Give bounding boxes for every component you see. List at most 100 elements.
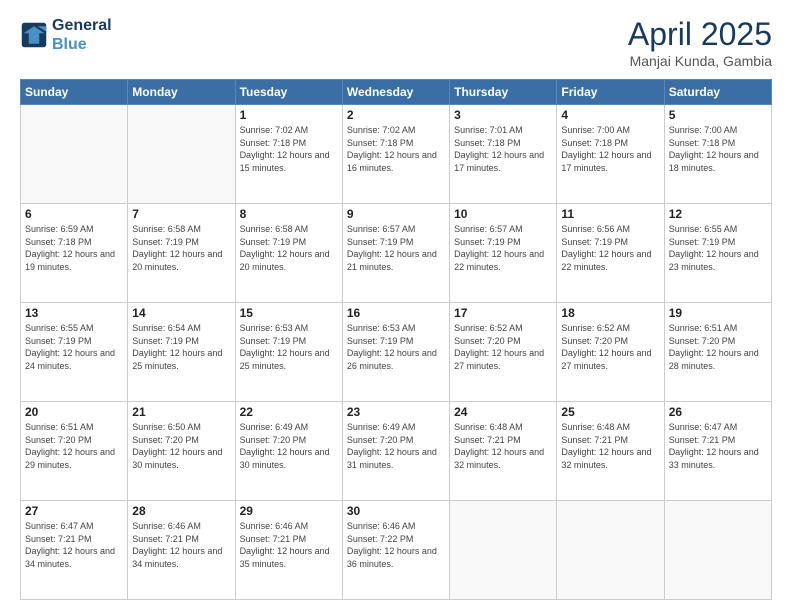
calendar-cell: 16 Sunrise: 6:53 AM Sunset: 7:19 PM Dayli… <box>342 303 449 402</box>
title-block: April 2025 Manjai Kunda, Gambia <box>628 16 772 69</box>
day-number: 22 <box>240 405 338 419</box>
day-info: Sunrise: 6:57 AM Sunset: 7:19 PM Dayligh… <box>454 223 552 273</box>
calendar-cell: 10 Sunrise: 6:57 AM Sunset: 7:19 PM Dayli… <box>450 204 557 303</box>
calendar-cell: 6Sunrise: 6:59 AM Sunset: 7:18 PM Daylig… <box>21 204 128 303</box>
calendar-cell: 25Sunrise: 6:48 AM Sunset: 7:21 PM Dayli… <box>557 402 664 501</box>
day-number: 29 <box>240 504 338 518</box>
calendar-cell: 15 Sunrise: 6:53 AM Sunset: 7:19 PM Dayli… <box>235 303 342 402</box>
day-number: 16 <box>347 306 445 320</box>
col-header-sunday: Sunday <box>21 80 128 105</box>
logo-icon <box>20 21 48 49</box>
calendar-cell: 22 Sunrise: 6:49 AM Sunset: 7:20 PM Dayli… <box>235 402 342 501</box>
day-info: Sunrise: 6:51 AM Sunset: 7:20 PM Dayligh… <box>25 421 123 471</box>
day-number: 28 <box>132 504 230 518</box>
day-info: Sunrise: 6:55 AM Sunset: 7:19 PM Dayligh… <box>669 223 767 273</box>
subtitle: Manjai Kunda, Gambia <box>628 53 772 69</box>
day-info: Sunrise: 6:55 AM Sunset: 7:19 PM Dayligh… <box>25 322 123 372</box>
day-info: Sunrise: 6:47 AM Sunset: 7:21 PM Dayligh… <box>669 421 767 471</box>
calendar-cell: 19 Sunrise: 6:51 AM Sunset: 7:20 PM Dayli… <box>664 303 771 402</box>
calendar-week-1: 6Sunrise: 6:59 AM Sunset: 7:18 PM Daylig… <box>21 204 772 303</box>
calendar: SundayMondayTuesdayWednesdayThursdayFrid… <box>20 79 772 600</box>
calendar-cell <box>450 501 557 600</box>
calendar-cell: 1 Sunrise: 7:02 AM Sunset: 7:18 PM Daylig… <box>235 105 342 204</box>
day-info: Sunrise: 6:53 AM Sunset: 7:19 PM Dayligh… <box>347 322 445 372</box>
calendar-cell: 2 Sunrise: 7:02 AM Sunset: 7:18 PM Daylig… <box>342 105 449 204</box>
calendar-cell: 23 Sunrise: 6:49 AM Sunset: 7:20 PM Dayli… <box>342 402 449 501</box>
day-info: Sunrise: 6:52 AM Sunset: 7:20 PM Dayligh… <box>561 322 659 372</box>
day-number: 26 <box>669 405 767 419</box>
day-number: 2 <box>347 108 445 122</box>
day-number: 7 <box>132 207 230 221</box>
calendar-cell: 5 Sunrise: 7:00 AM Sunset: 7:18 PM Daylig… <box>664 105 771 204</box>
calendar-cell: 27Sunrise: 6:47 AM Sunset: 7:21 PM Dayli… <box>21 501 128 600</box>
calendar-header-row: SundayMondayTuesdayWednesdayThursdayFrid… <box>21 80 772 105</box>
calendar-week-3: 20Sunrise: 6:51 AM Sunset: 7:20 PM Dayli… <box>21 402 772 501</box>
day-info: Sunrise: 6:52 AM Sunset: 7:20 PM Dayligh… <box>454 322 552 372</box>
day-number: 23 <box>347 405 445 419</box>
calendar-cell <box>664 501 771 600</box>
day-number: 10 <box>454 207 552 221</box>
page: General Blue April 2025 Manjai Kunda, Ga… <box>0 0 792 612</box>
day-number: 15 <box>240 306 338 320</box>
calendar-cell: 28 Sunrise: 6:46 AM Sunset: 7:21 PM Dayli… <box>128 501 235 600</box>
col-header-friday: Friday <box>557 80 664 105</box>
day-info: Sunrise: 6:49 AM Sunset: 7:20 PM Dayligh… <box>240 421 338 471</box>
day-info: Sunrise: 6:58 AM Sunset: 7:19 PM Dayligh… <box>132 223 230 273</box>
day-info: Sunrise: 6:56 AM Sunset: 7:19 PM Dayligh… <box>561 223 659 273</box>
day-info: Sunrise: 7:01 AM Sunset: 7:18 PM Dayligh… <box>454 124 552 174</box>
calendar-cell: 3 Sunrise: 7:01 AM Sunset: 7:18 PM Daylig… <box>450 105 557 204</box>
calendar-cell: 24 Sunrise: 6:48 AM Sunset: 7:21 PM Dayli… <box>450 402 557 501</box>
calendar-week-2: 13 Sunrise: 6:55 AM Sunset: 7:19 PM Dayli… <box>21 303 772 402</box>
day-info: Sunrise: 6:51 AM Sunset: 7:20 PM Dayligh… <box>669 322 767 372</box>
calendar-cell <box>557 501 664 600</box>
day-info: Sunrise: 7:02 AM Sunset: 7:18 PM Dayligh… <box>240 124 338 174</box>
day-number: 4 <box>561 108 659 122</box>
day-number: 9 <box>347 207 445 221</box>
calendar-cell: 9 Sunrise: 6:57 AM Sunset: 7:19 PM Daylig… <box>342 204 449 303</box>
col-header-thursday: Thursday <box>450 80 557 105</box>
day-info: Sunrise: 6:46 AM Sunset: 7:21 PM Dayligh… <box>132 520 230 570</box>
day-info: Sunrise: 6:50 AM Sunset: 7:20 PM Dayligh… <box>132 421 230 471</box>
calendar-cell: 21 Sunrise: 6:50 AM Sunset: 7:20 PM Dayli… <box>128 402 235 501</box>
calendar-cell: 7 Sunrise: 6:58 AM Sunset: 7:19 PM Daylig… <box>128 204 235 303</box>
calendar-cell: 26 Sunrise: 6:47 AM Sunset: 7:21 PM Dayli… <box>664 402 771 501</box>
calendar-cell: 17Sunrise: 6:52 AM Sunset: 7:20 PM Dayli… <box>450 303 557 402</box>
calendar-cell: 20Sunrise: 6:51 AM Sunset: 7:20 PM Dayli… <box>21 402 128 501</box>
day-number: 30 <box>347 504 445 518</box>
day-info: Sunrise: 6:46 AM Sunset: 7:22 PM Dayligh… <box>347 520 445 570</box>
day-number: 13 <box>25 306 123 320</box>
col-header-wednesday: Wednesday <box>342 80 449 105</box>
calendar-week-4: 27Sunrise: 6:47 AM Sunset: 7:21 PM Dayli… <box>21 501 772 600</box>
calendar-cell: 12 Sunrise: 6:55 AM Sunset: 7:19 PM Dayli… <box>664 204 771 303</box>
day-info: Sunrise: 6:46 AM Sunset: 7:21 PM Dayligh… <box>240 520 338 570</box>
day-number: 19 <box>669 306 767 320</box>
day-number: 24 <box>454 405 552 419</box>
calendar-cell: 8 Sunrise: 6:58 AM Sunset: 7:19 PM Daylig… <box>235 204 342 303</box>
day-info: Sunrise: 6:48 AM Sunset: 7:21 PM Dayligh… <box>454 421 552 471</box>
day-number: 21 <box>132 405 230 419</box>
day-number: 18 <box>561 306 659 320</box>
header: General Blue April 2025 Manjai Kunda, Ga… <box>20 16 772 69</box>
day-info: Sunrise: 7:02 AM Sunset: 7:18 PM Dayligh… <box>347 124 445 174</box>
col-header-tuesday: Tuesday <box>235 80 342 105</box>
day-info: Sunrise: 7:00 AM Sunset: 7:18 PM Dayligh… <box>669 124 767 174</box>
day-number: 6 <box>25 207 123 221</box>
calendar-cell: 4Sunrise: 7:00 AM Sunset: 7:18 PM Daylig… <box>557 105 664 204</box>
day-number: 14 <box>132 306 230 320</box>
col-header-saturday: Saturday <box>664 80 771 105</box>
calendar-cell: 18 Sunrise: 6:52 AM Sunset: 7:20 PM Dayli… <box>557 303 664 402</box>
day-number: 3 <box>454 108 552 122</box>
day-info: Sunrise: 6:58 AM Sunset: 7:19 PM Dayligh… <box>240 223 338 273</box>
day-number: 8 <box>240 207 338 221</box>
day-info: Sunrise: 6:48 AM Sunset: 7:21 PM Dayligh… <box>561 421 659 471</box>
calendar-week-0: 1 Sunrise: 7:02 AM Sunset: 7:18 PM Daylig… <box>21 105 772 204</box>
day-number: 1 <box>240 108 338 122</box>
calendar-cell: 14Sunrise: 6:54 AM Sunset: 7:19 PM Dayli… <box>128 303 235 402</box>
day-number: 5 <box>669 108 767 122</box>
day-info: Sunrise: 6:53 AM Sunset: 7:19 PM Dayligh… <box>240 322 338 372</box>
day-info: Sunrise: 6:57 AM Sunset: 7:19 PM Dayligh… <box>347 223 445 273</box>
day-number: 12 <box>669 207 767 221</box>
calendar-cell: 30 Sunrise: 6:46 AM Sunset: 7:22 PM Dayli… <box>342 501 449 600</box>
calendar-cell <box>21 105 128 204</box>
day-info: Sunrise: 6:49 AM Sunset: 7:20 PM Dayligh… <box>347 421 445 471</box>
